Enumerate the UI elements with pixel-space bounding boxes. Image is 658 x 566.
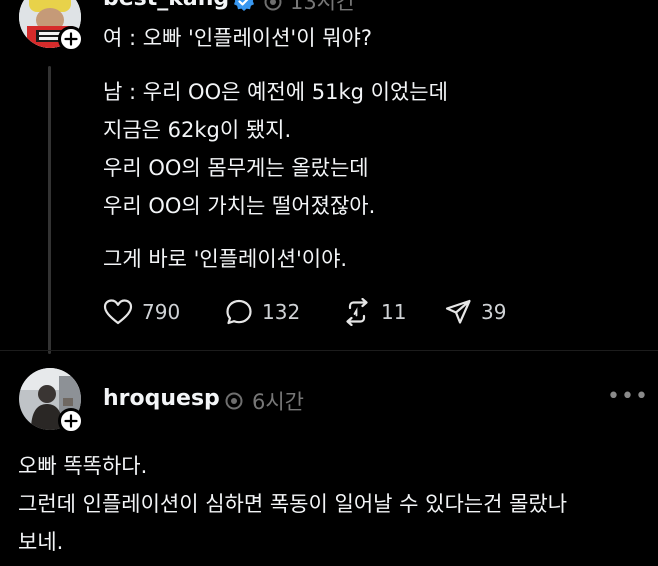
post-text-line: 지금은 62kg이 됐지. [103, 118, 292, 142]
post-time: 6시간 [252, 390, 305, 414]
repost-count: 11 [381, 300, 407, 324]
comment-icon [226, 299, 252, 325]
share-icon [445, 299, 471, 324]
post-text-line: 오빠 똑똑하다. [18, 454, 148, 478]
post-text-line: 그게 바로 '인플레이션'이야. [103, 247, 348, 271]
post-text-line: 남 : 우리 OO은 예전에 51kg 이었는데 [103, 80, 448, 104]
reply-count: 132 [262, 300, 301, 324]
post-text-line: 우리 OO의 몸무게는 올랐는데 [103, 156, 369, 180]
verified-icon [234, 0, 254, 11]
follow-plus-button[interactable] [58, 26, 84, 52]
more-icon[interactable]: ••• [607, 384, 649, 409]
divider [0, 350, 658, 351]
like-button[interactable]: 790 [103, 298, 180, 326]
heart-icon [103, 299, 133, 325]
share-count: 39 [481, 300, 507, 324]
post-text-line: 그런데 인플레이션이 심하면 폭동이 일어날 수 있다는건 몰랐나 [18, 492, 568, 516]
share-button[interactable]: 39 [444, 298, 506, 326]
plus-icon [64, 32, 78, 46]
username[interactable]: hroquesp [103, 386, 220, 411]
post-text-line: 여 : 오빠 '인플레이션'이 뭐야? [103, 26, 372, 50]
post-time: 13시간 [290, 0, 356, 14]
plus-icon [64, 414, 78, 428]
post-text-line: 보네. [18, 530, 64, 554]
threads-ai-icon [225, 392, 243, 410]
follow-plus-button[interactable] [58, 408, 84, 434]
threads-ai-icon [264, 0, 282, 11]
username[interactable]: best_kang [103, 0, 229, 11]
like-count: 790 [142, 300, 181, 324]
reply-button[interactable]: 132 [225, 298, 300, 326]
thread-connector [48, 66, 51, 354]
repost-button[interactable]: 11 [342, 298, 406, 326]
more-icon[interactable]: ••• [607, 0, 649, 9]
repost-icon [346, 298, 368, 326]
post-text-line: 우리 OO의 가치는 떨어졌잖아. [103, 194, 376, 218]
